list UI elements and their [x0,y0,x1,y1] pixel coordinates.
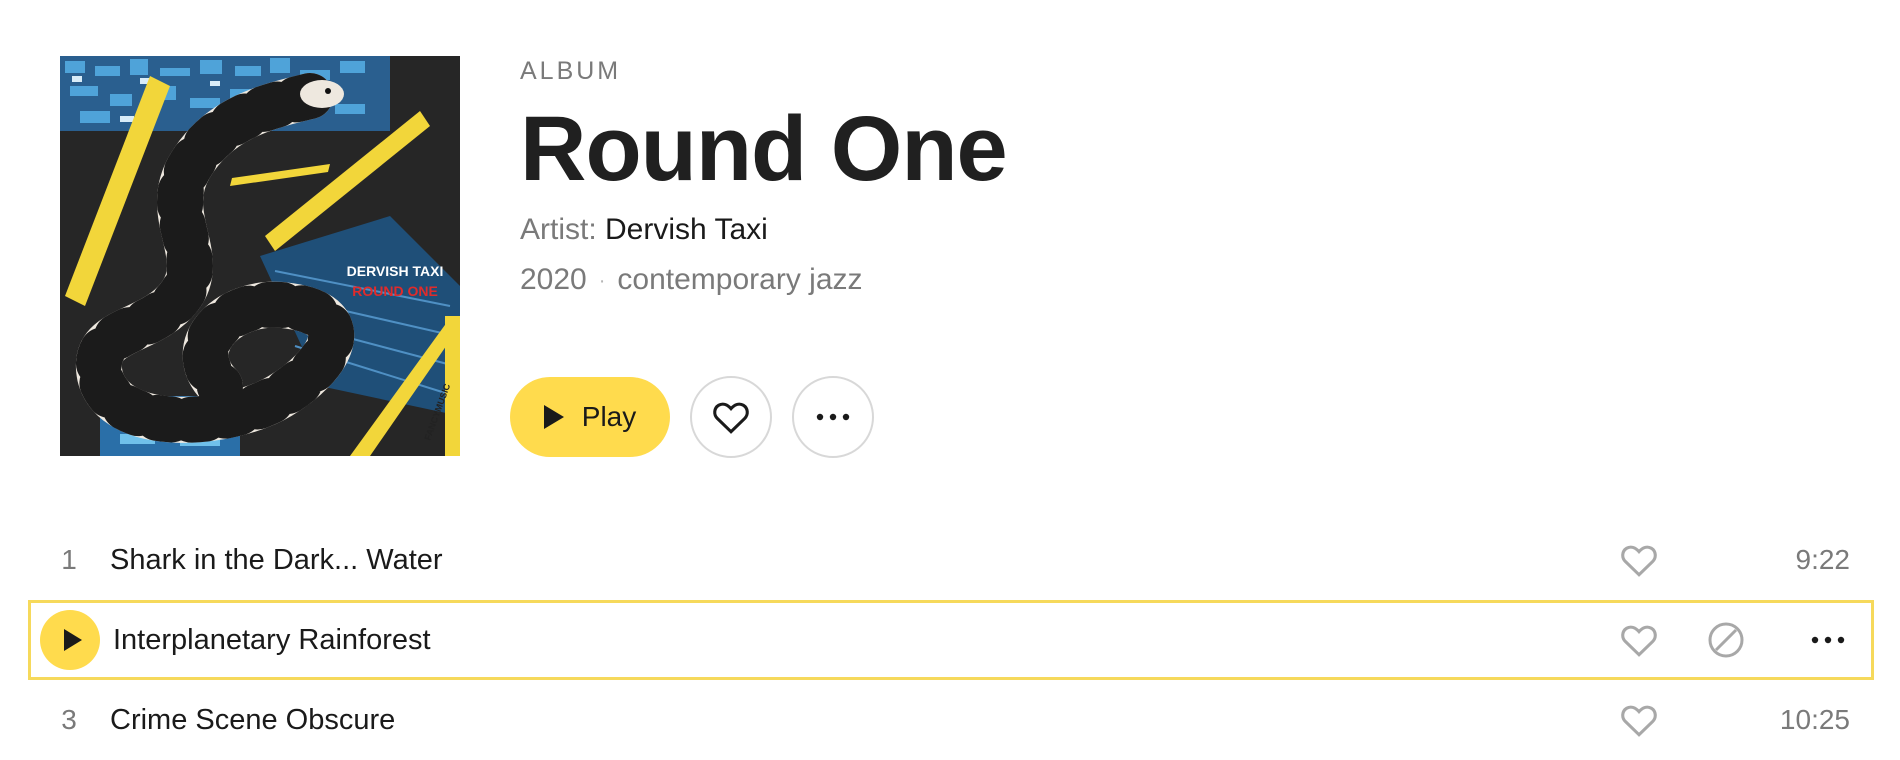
track-more-button[interactable] [1811,636,1845,644]
like-track-button[interactable] [1620,623,1658,657]
artist-link[interactable]: Dervish Taxi [605,213,768,246]
album-year: 2020 [520,263,587,296]
more-dots-icon [1811,636,1845,644]
cover-band-text: DERVISH TAXI [347,263,444,279]
block-icon [1708,622,1744,658]
track-play-button[interactable] [40,610,100,670]
play-icon [63,629,82,651]
cover-album-text: ROUND ONE [352,283,438,299]
album-type-label: ALBUM [520,57,622,85]
track-title[interactable]: Interplanetary Rainforest [113,624,1871,657]
artist-prefix: Artist: [520,213,597,246]
track-row-active[interactable]: Interplanetary Rainforest [28,600,1874,680]
play-button-label: Play [581,401,637,432]
album-cover: DERVISH TAXI ROUND ONE FANCYMUSIC [60,56,460,456]
heart-icon [1621,625,1657,657]
album-actions: Play [510,376,874,458]
track-title[interactable]: Crime Scene Obscure [110,704,1874,737]
heart-icon [713,402,749,434]
like-album-button[interactable] [690,376,772,458]
track-title[interactable]: Shark in the Dark... Water [110,544,1874,577]
track-duration: 9:22 [1795,544,1851,575]
dislike-track-button[interactable] [1707,621,1745,659]
like-track-button[interactable] [1620,543,1658,577]
heart-icon [1621,705,1657,737]
track-duration: 10:25 [1779,704,1850,735]
track-number: 1 [61,544,77,575]
meta-separator: · [598,270,606,293]
track-list: 1 Shark in the Dark... Water 9:22 Interp… [28,520,1874,760]
track-number: 3 [61,704,77,735]
track-row[interactable]: 3 Crime Scene Obscure 10:25 [28,680,1874,760]
heart-icon [1621,545,1657,577]
more-dots-icon [816,413,850,421]
album-info: ALBUM Round One Artist: Dervish Taxi 202… [520,56,1008,301]
album-genre[interactable]: contemporary jazz [617,263,862,296]
more-options-button[interactable] [792,376,874,458]
play-button[interactable]: Play [510,377,670,457]
like-track-button[interactable] [1620,703,1658,737]
play-icon [543,405,564,429]
artist-line: Artist: Dervish Taxi [520,210,1007,250]
album-meta: 2020 · contemporary jazz [520,260,1007,301]
album-title: Round One [520,98,1008,200]
track-row[interactable]: 1 Shark in the Dark... Water 9:22 [28,520,1874,600]
